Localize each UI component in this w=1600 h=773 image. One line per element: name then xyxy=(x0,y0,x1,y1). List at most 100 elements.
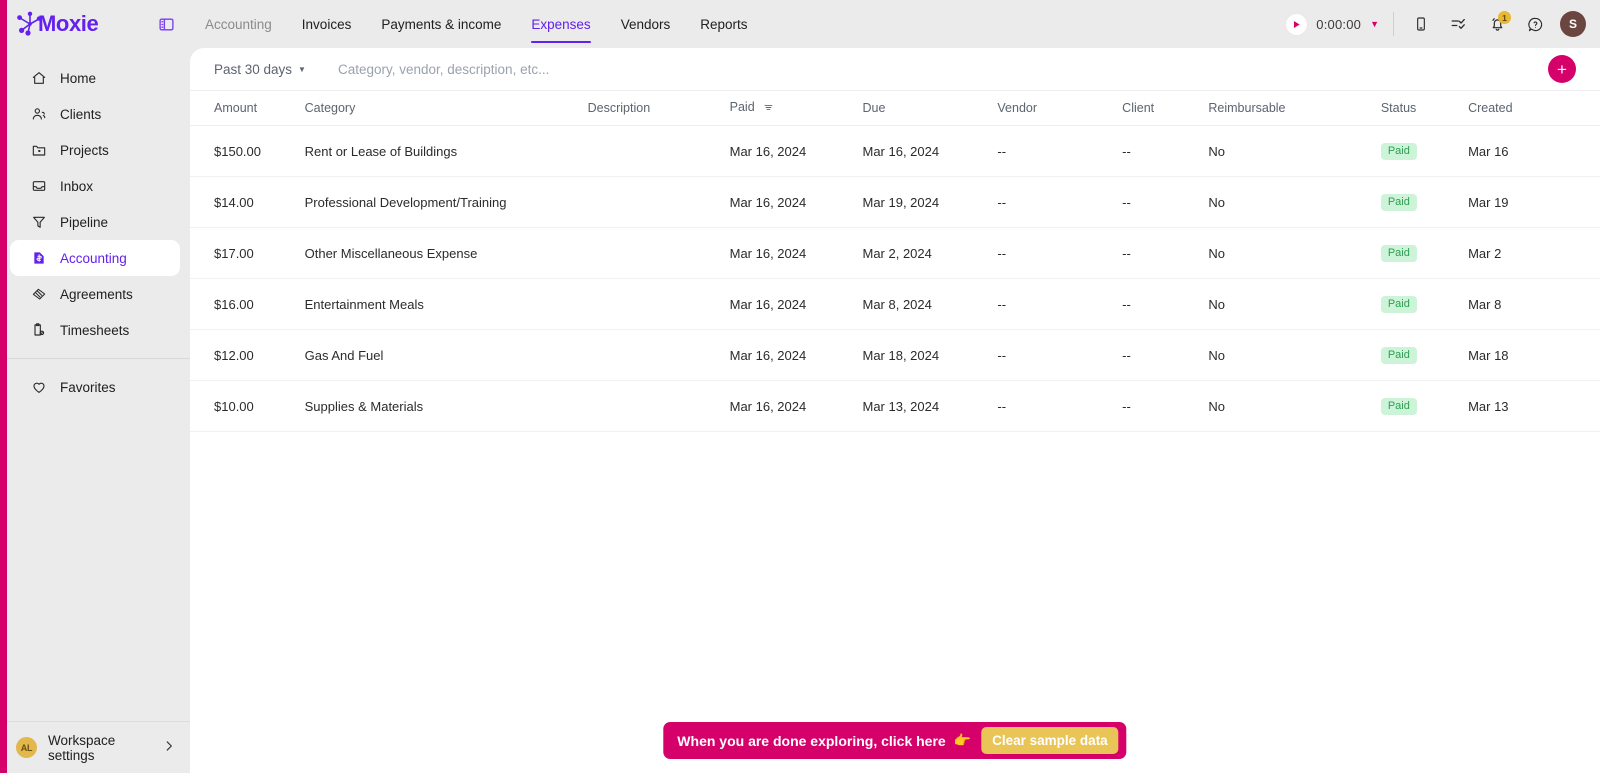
table-row[interactable]: $17.00 Other Miscellaneous Expense Mar 1… xyxy=(190,227,1600,279)
cell-description xyxy=(587,278,730,330)
bell-icon[interactable]: 1 xyxy=(1478,5,1516,43)
cell-category: Entertainment Meals xyxy=(304,278,588,330)
workspace-avatar: AL xyxy=(16,737,37,758)
status-badge: Paid xyxy=(1380,143,1417,160)
cell-status: Paid xyxy=(1380,125,1469,177)
date-range-filter[interactable]: Past 30 days ▼ xyxy=(214,62,306,77)
plus-icon: + xyxy=(1557,59,1567,79)
clipboard-clock-icon xyxy=(30,322,47,339)
timer-value: 0:00:00 xyxy=(1316,16,1362,32)
sample-data-banner: When you are done exploring, click here … xyxy=(663,722,1127,759)
sidebar-item-pipeline[interactable]: Pipeline xyxy=(10,204,180,240)
app-root: Moxie Home Clients Projects Inbox Pipeli… xyxy=(0,0,1600,773)
column-header-status[interactable]: Status xyxy=(1380,90,1469,126)
help-circle-icon[interactable] xyxy=(1516,5,1554,43)
content-card: Past 30 days ▼ + Amount Category xyxy=(190,48,1600,773)
table-row[interactable]: $14.00 Professional Development/Training… xyxy=(190,176,1600,228)
cell-description xyxy=(587,125,730,177)
cell-client: -- xyxy=(1122,380,1209,432)
add-expense-button[interactable]: + xyxy=(1548,55,1576,83)
workspace-settings-label: Workspace settings xyxy=(48,732,116,763)
cell-amount: $12.00 xyxy=(190,329,305,381)
tab-label: Payments & income xyxy=(381,16,502,32)
tab-vendors[interactable]: Vendors xyxy=(606,0,686,48)
top-bar-actions: 0:00:00 ▼ 1 S xyxy=(1286,5,1586,43)
tab-label: Invoices xyxy=(301,16,352,32)
column-header-amount[interactable]: Amount xyxy=(190,90,305,126)
sidebar-item-inbox[interactable]: Inbox xyxy=(10,168,180,204)
cell-status: Paid xyxy=(1380,278,1469,330)
pointing-finger-icon: 👉 xyxy=(953,732,972,748)
search-input[interactable] xyxy=(337,61,758,77)
time-tracker[interactable]: 0:00:00 ▼ xyxy=(1286,13,1393,35)
sidebar-divider xyxy=(0,358,190,359)
cell-client: -- xyxy=(1122,125,1209,177)
sort-icon xyxy=(763,102,774,116)
table-row[interactable]: $10.00 Supplies & Materials Mar 16, 2024… xyxy=(190,380,1600,432)
column-header-vendor[interactable]: Vendor xyxy=(997,90,1123,126)
column-header-due[interactable]: Due xyxy=(862,90,998,126)
sidebar-item-accounting[interactable]: Accounting xyxy=(10,240,180,276)
tab-payments-income[interactable]: Payments & income xyxy=(366,0,516,48)
column-header-reimbursable[interactable]: Reimbursable xyxy=(1208,90,1381,126)
status-badge: Paid xyxy=(1380,296,1417,313)
left-accent-stripe xyxy=(0,0,7,773)
tab-reports[interactable]: Reports xyxy=(685,0,762,48)
sidebar-item-projects[interactable]: Projects xyxy=(10,132,180,168)
sidebar-item-agreements[interactable]: Agreements xyxy=(10,276,180,312)
column-header-paid[interactable]: Paid xyxy=(729,90,863,126)
tab-label: Reports xyxy=(700,16,748,32)
play-icon[interactable] xyxy=(1286,13,1308,35)
caret-down-icon: ▼ xyxy=(298,64,306,74)
column-header-created[interactable]: Created xyxy=(1468,90,1600,126)
chevron-right-icon xyxy=(162,739,176,757)
table-row[interactable]: $12.00 Gas And Fuel Mar 16, 2024 Mar 18,… xyxy=(190,329,1600,381)
status-badge: Paid xyxy=(1380,194,1417,211)
sidebar-item-home[interactable]: Home xyxy=(10,60,180,96)
sidebar-item-label: Inbox xyxy=(60,178,94,194)
panel-toggle-icon[interactable] xyxy=(146,16,186,33)
tab-accounting: Accounting xyxy=(190,0,287,48)
sidebar-nav: Home Clients Projects Inbox Pipeline Acc… xyxy=(0,60,190,405)
cell-vendor: -- xyxy=(997,329,1123,381)
sidebar-item-favorites[interactable]: Favorites xyxy=(10,369,180,405)
tab-expenses[interactable]: Expenses xyxy=(516,0,605,48)
column-header-category[interactable]: Category xyxy=(304,90,588,126)
cell-category: Supplies & Materials xyxy=(304,380,588,432)
home-icon xyxy=(30,70,47,87)
cell-category: Rent or Lease of Buildings xyxy=(304,125,588,177)
section-tabs: Accounting Invoices Payments & income Ex… xyxy=(190,0,763,48)
tab-invoices[interactable]: Invoices xyxy=(287,0,367,48)
cell-amount: $17.00 xyxy=(190,227,305,279)
table-row[interactable]: $16.00 Entertainment Meals Mar 16, 2024 … xyxy=(190,278,1600,330)
status-badge: Paid xyxy=(1380,398,1417,415)
cell-created: Mar 16 xyxy=(1468,125,1600,177)
caret-down-icon[interactable]: ▼ xyxy=(1370,19,1379,29)
sidebar-item-label: Projects xyxy=(60,142,109,158)
cell-paid: Mar 16, 2024 xyxy=(729,278,863,330)
table-row[interactable]: $150.00 Rent or Lease of Buildings Mar 1… xyxy=(190,125,1600,177)
sidebar-item-timesheets[interactable]: Timesheets xyxy=(10,312,180,348)
workspace-settings-button[interactable]: AL Workspace settings xyxy=(0,721,190,773)
cell-reimbursable: No xyxy=(1208,278,1381,330)
heart-icon xyxy=(30,379,47,396)
status-badge: Paid xyxy=(1380,245,1417,262)
mobile-icon[interactable] xyxy=(1402,5,1440,43)
tab-label: Accounting xyxy=(205,16,272,32)
user-avatar[interactable]: S xyxy=(1560,11,1586,37)
tab-label: Expenses xyxy=(531,16,591,32)
cell-status: Paid xyxy=(1380,380,1469,432)
cell-category: Other Miscellaneous Expense xyxy=(304,227,588,279)
cell-due: Mar 13, 2024 xyxy=(862,380,998,432)
column-header-description[interactable]: Description xyxy=(587,90,730,126)
sidebar-item-clients[interactable]: Clients xyxy=(10,96,180,132)
clear-sample-data-button[interactable]: Clear sample data xyxy=(981,727,1119,754)
expenses-table: Amount Category Description Paid Due Ven… xyxy=(190,90,1600,432)
cell-created: Mar 18 xyxy=(1468,329,1600,381)
column-header-client[interactable]: Client xyxy=(1122,90,1209,126)
tasks-checklist-icon[interactable] xyxy=(1440,5,1478,43)
cell-category: Professional Development/Training xyxy=(304,176,588,228)
cell-reimbursable: No xyxy=(1208,227,1381,279)
sidebar-item-label: Pipeline xyxy=(60,214,109,230)
tab-label: Vendors xyxy=(620,16,671,32)
